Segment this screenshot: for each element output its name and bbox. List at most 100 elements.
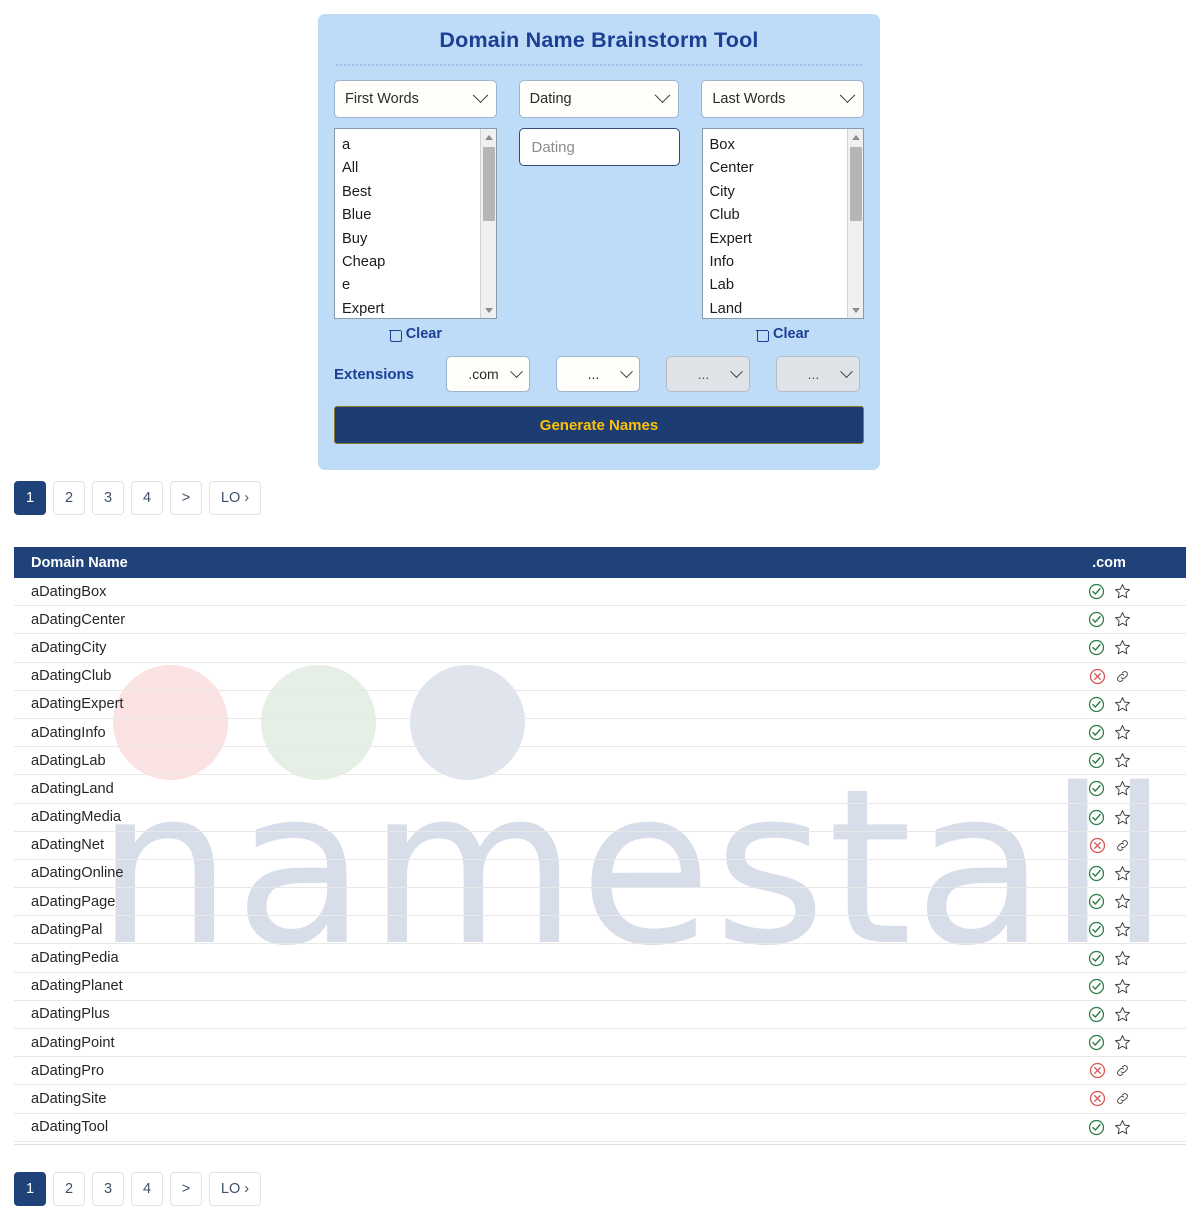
table-row[interactable]: aDatingLab <box>14 747 1186 776</box>
table-row[interactable]: aDatingSite <box>14 1085 1186 1114</box>
pagination-page-4[interactable]: 4 <box>131 481 163 515</box>
list-item[interactable]: Expert <box>703 228 864 251</box>
list-item[interactable]: Info <box>703 251 864 274</box>
favorite-star-icon[interactable] <box>1114 893 1131 910</box>
available-check-icon[interactable] <box>1088 950 1105 967</box>
available-check-icon[interactable] <box>1088 752 1105 769</box>
favorite-star-icon[interactable] <box>1114 921 1131 938</box>
favorite-star-icon[interactable] <box>1114 724 1131 741</box>
first-words-listbox[interactable]: a All Best Blue Buy Cheap e Expert <box>334 128 497 319</box>
scrollbar-thumb[interactable] <box>850 147 862 221</box>
list-item[interactable]: Center <box>703 157 864 180</box>
pagination-page-LO[interactable]: LO › <box>209 1172 261 1206</box>
keyword-select[interactable]: Dating <box>518 80 680 118</box>
table-row[interactable]: aDatingNet <box>14 832 1186 860</box>
scroll-up-icon[interactable] <box>848 129 864 145</box>
available-check-icon[interactable] <box>1088 1006 1105 1023</box>
available-check-icon[interactable] <box>1088 696 1105 713</box>
table-row[interactable]: aDatingPage <box>14 888 1186 917</box>
pagination-page-1[interactable]: 1 <box>14 481 46 515</box>
list-item[interactable]: All <box>335 157 496 180</box>
table-row[interactable]: aDatingCity <box>14 634 1186 663</box>
first-words-select[interactable]: First Words <box>334 80 497 118</box>
favorite-star-icon[interactable] <box>1114 950 1131 967</box>
favorite-star-icon[interactable] <box>1114 809 1131 826</box>
available-check-icon[interactable] <box>1088 611 1105 628</box>
pagination-page-[interactable]: > <box>170 1172 202 1206</box>
table-row[interactable]: aDatingBox <box>14 578 1186 607</box>
available-check-icon[interactable] <box>1088 865 1105 882</box>
table-row[interactable]: aDatingTool <box>14 1114 1186 1142</box>
pagination-page-3[interactable]: 3 <box>92 481 124 515</box>
favorite-star-icon[interactable] <box>1114 583 1131 600</box>
first-words-scrollbar[interactable] <box>479 129 496 318</box>
taken-x-icon[interactable] <box>1089 1062 1106 1079</box>
favorite-star-icon[interactable] <box>1114 978 1131 995</box>
pagination-page-2[interactable]: 2 <box>53 481 85 515</box>
list-item[interactable]: Expert <box>335 298 496 318</box>
external-link-icon[interactable] <box>1115 838 1130 853</box>
list-item[interactable]: e <box>335 274 496 297</box>
table-row[interactable]: aDatingOnline <box>14 860 1186 889</box>
clear-last-words-button[interactable]: Clear <box>701 326 864 342</box>
last-words-scrollbar[interactable] <box>847 129 864 318</box>
extension-select-4[interactable]: ... <box>776 356 860 392</box>
favorite-star-icon[interactable] <box>1114 865 1131 882</box>
external-link-icon[interactable] <box>1115 1091 1130 1106</box>
available-check-icon[interactable] <box>1088 893 1105 910</box>
table-row[interactable]: aDatingClub <box>14 663 1186 691</box>
table-row[interactable]: aDatingPedia <box>14 944 1186 973</box>
scrollbar-thumb[interactable] <box>482 147 495 221</box>
taken-x-icon[interactable] <box>1089 837 1106 854</box>
extension-select-1[interactable]: .com <box>446 356 530 392</box>
extension-select-3[interactable]: ... <box>666 356 750 392</box>
table-row[interactable]: aDatingPal <box>14 916 1186 945</box>
list-item[interactable]: Lab <box>703 274 864 297</box>
available-check-icon[interactable] <box>1088 809 1105 826</box>
generate-names-button[interactable]: Generate Names <box>334 406 864 444</box>
available-check-icon[interactable] <box>1088 639 1105 656</box>
table-row[interactable]: aDatingLand <box>14 775 1186 804</box>
external-link-icon[interactable] <box>1115 1063 1130 1078</box>
pagination-page-4[interactable]: 4 <box>131 1172 163 1206</box>
scroll-up-icon[interactable] <box>480 129 496 145</box>
available-check-icon[interactable] <box>1088 921 1105 938</box>
list-item[interactable]: City <box>703 181 864 204</box>
list-item[interactable]: Cheap <box>335 251 496 274</box>
last-words-select[interactable]: Last Words <box>701 80 865 118</box>
pagination-page-1[interactable]: 1 <box>14 1172 46 1206</box>
available-check-icon[interactable] <box>1088 978 1105 995</box>
pagination-page-3[interactable]: 3 <box>92 1172 124 1206</box>
keyword-input[interactable]: Dating <box>518 128 680 166</box>
favorite-star-icon[interactable] <box>1114 611 1131 628</box>
favorite-star-icon[interactable] <box>1114 639 1131 656</box>
available-check-icon[interactable] <box>1088 1034 1105 1051</box>
taken-x-icon[interactable] <box>1089 1090 1106 1107</box>
pagination-page-2[interactable]: 2 <box>53 1172 85 1206</box>
list-item[interactable]: Blue <box>335 204 496 227</box>
table-row[interactable]: aDatingPlanet <box>14 973 1186 1001</box>
list-item[interactable]: Buy <box>335 228 496 251</box>
available-check-icon[interactable] <box>1088 583 1105 600</box>
scroll-down-icon[interactable] <box>480 302 496 318</box>
last-words-listbox[interactable]: Box Center City Club Expert Info Lab Land <box>701 128 864 319</box>
table-row[interactable]: aDatingExpert <box>14 691 1186 719</box>
favorite-star-icon[interactable] <box>1114 1119 1131 1136</box>
table-row[interactable]: aDatingCenter <box>14 606 1186 635</box>
available-check-icon[interactable] <box>1088 1119 1105 1136</box>
available-check-icon[interactable] <box>1088 780 1105 797</box>
table-row[interactable]: aDatingMedia <box>14 804 1186 832</box>
favorite-star-icon[interactable] <box>1114 752 1131 769</box>
pagination-page-[interactable]: > <box>170 481 202 515</box>
external-link-icon[interactable] <box>1115 669 1130 684</box>
taken-x-icon[interactable] <box>1089 668 1106 685</box>
favorite-star-icon[interactable] <box>1114 780 1131 797</box>
list-item[interactable]: Box <box>703 134 864 157</box>
scroll-down-icon[interactable] <box>848 302 864 318</box>
clear-first-words-button[interactable]: Clear <box>334 326 497 342</box>
favorite-star-icon[interactable] <box>1114 1034 1131 1051</box>
table-row[interactable]: aDatingPro <box>14 1057 1186 1086</box>
table-row[interactable]: aDatingPlus <box>14 1001 1186 1029</box>
available-check-icon[interactable] <box>1088 724 1105 741</box>
list-item[interactable]: a <box>335 134 496 157</box>
